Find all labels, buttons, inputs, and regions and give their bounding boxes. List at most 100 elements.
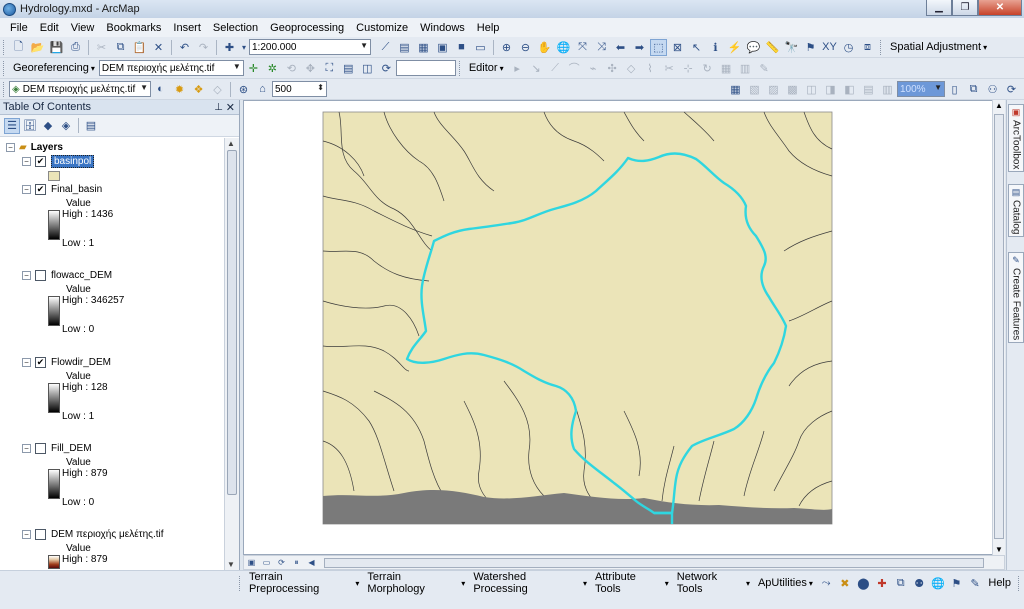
copy-icon[interactable]: ⧉ <box>112 39 129 56</box>
layer-flowacc-dem[interactable]: − flowacc_DEM <box>22 268 112 282</box>
list-by-source-icon[interactable]: 🗄 <box>22 118 38 134</box>
search-window-icon[interactable]: ▣ <box>434 39 451 56</box>
scroll-up-icon[interactable]: ▲ <box>995 101 1003 110</box>
menu-file[interactable]: File <box>4 22 34 34</box>
terrain-preprocessing-menu[interactable]: Terrain Preprocessing ▾ <box>245 571 363 595</box>
toc-options-icon[interactable]: ▤ <box>83 118 99 134</box>
identify-icon[interactable]: ℹ <box>707 39 724 56</box>
html-popup-icon[interactable]: 💬 <box>745 39 762 56</box>
zoom-in-icon[interactable]: ⊕ <box>498 39 515 56</box>
zoom-percent-combo[interactable]: 100% ▼ <box>897 81 945 97</box>
flow-path-icon[interactable]: ⬤ <box>855 575 872 592</box>
menu-help[interactable]: Help <box>471 22 506 34</box>
data-view-icon[interactable]: ▣ <box>245 557 258 569</box>
python-window-icon[interactable]: ▭ <box>472 39 489 56</box>
layer-name[interactable]: DEM περιοχής μελέτης.tif <box>51 529 164 540</box>
toc-scrollbar[interactable]: ▲ ▼ <box>224 138 239 570</box>
table-of-contents-icon[interactable]: ▤ <box>396 39 413 56</box>
network-icon[interactable]: ⚉ <box>911 575 928 592</box>
arctoolbox-icon[interactable]: ■ <box>453 39 470 56</box>
layout-tool-6-icon[interactable]: ◨ <box>822 81 839 98</box>
layer-visibility-checkbox[interactable] <box>35 269 46 281</box>
full-extent-icon[interactable]: 🌐 <box>555 39 572 56</box>
close-button[interactable]: ✕ <box>978 0 1022 16</box>
edit-annotation-icon[interactable]: ↘ <box>528 60 545 77</box>
menu-selection[interactable]: Selection <box>207 22 264 34</box>
scroll-up-icon[interactable]: ▲ <box>227 139 235 148</box>
scroll-left-icon[interactable]: ◀ <box>305 557 318 569</box>
edit-tool-icon[interactable]: ▸ <box>509 60 526 77</box>
collapse-icon[interactable]: − <box>22 443 31 453</box>
shift-icon[interactable]: ✥ <box>302 60 319 77</box>
contour-interval-icon[interactable]: ⌂ <box>254 81 271 98</box>
point-delineation-icon[interactable]: ⤳ <box>818 575 835 592</box>
fit-to-display-icon[interactable]: ⛶ <box>321 60 338 77</box>
list-by-drawing-order-icon[interactable]: ☰ <box>4 117 20 134</box>
cut-polygons-icon[interactable]: ✂ <box>661 60 678 77</box>
undo-icon[interactable]: ↶ <box>176 39 193 56</box>
georeferencing-layer-combo[interactable]: DEM περιοχής μελέτης.tif ▼ <box>98 60 244 76</box>
layout-tool-9-icon[interactable]: ▥ <box>879 81 896 98</box>
editor-menu[interactable]: Editor ▾ <box>465 62 508 74</box>
layer-final-basin[interactable]: − ✔ Final_basin <box>22 182 102 196</box>
layer-flowdir-dem[interactable]: − ✔ Flowdir_DEM <box>22 355 111 369</box>
link-table-icon[interactable]: ▤ <box>340 60 357 77</box>
time-slider-icon[interactable]: ◷ <box>840 39 857 56</box>
go-to-xy-icon[interactable]: XY <box>821 39 838 56</box>
layer-basinpol[interactable]: − ✔ basinpol <box>22 154 95 168</box>
layout-tool-1-icon[interactable]: ▦ <box>727 81 744 98</box>
save-icon[interactable]: 💾 <box>48 39 65 56</box>
sketch-properties-icon[interactable]: ▥ <box>737 60 754 77</box>
back-extent-icon[interactable]: ⬅ <box>612 39 629 56</box>
layers-root-row[interactable]: − ▰ Layers <box>6 140 63 154</box>
watershed-processing-menu[interactable]: Watershed Processing ▾ <box>469 571 591 595</box>
create-viewer-icon[interactable]: ⧈ <box>859 39 876 56</box>
menu-edit[interactable]: Edit <box>34 22 65 34</box>
focus-frame-icon[interactable]: ⧉ <box>965 81 982 98</box>
auto-adjust-icon[interactable]: ✲ <box>264 60 281 77</box>
add-data-icon[interactable]: ✚ <box>221 39 238 56</box>
split-icon[interactable]: ⊹ <box>680 60 697 77</box>
rotate-icon[interactable]: ⟲ <box>283 60 300 77</box>
layout-tool-8-icon[interactable]: ▤ <box>860 81 877 98</box>
catalog-window-icon[interactable]: ▦ <box>415 39 432 56</box>
collapse-icon[interactable]: − <box>22 270 31 280</box>
brightness-icon[interactable]: ✹ <box>171 81 188 98</box>
hyperlink-icon[interactable]: ⚡ <box>726 39 743 56</box>
layout-tool-4-icon[interactable]: ▩ <box>784 81 801 98</box>
select-features-icon[interactable]: ⬚ <box>650 38 667 56</box>
menu-bookmarks[interactable]: Bookmarks <box>100 22 167 34</box>
list-by-selection-icon[interactable]: ◈ <box>58 118 74 134</box>
layout-tool-5-icon[interactable]: ◫ <box>803 81 820 98</box>
horizontal-scroll-thumb[interactable] <box>324 558 984 568</box>
refresh-icon[interactable]: ⟳ <box>1003 81 1020 98</box>
rotate-edit-icon[interactable]: ↻ <box>699 60 716 77</box>
layout-tool-7-icon[interactable]: ◧ <box>841 81 858 98</box>
layer-visibility-checkbox[interactable]: ✔ <box>35 356 46 368</box>
active-layer-combo[interactable]: ◈ DEM περιοχής μελέτης.tif ▼ <box>9 81 151 97</box>
forward-extent-icon[interactable]: ➡ <box>631 39 648 56</box>
delete-icon[interactable]: ✕ <box>150 39 167 56</box>
rotate-dropdown-icon[interactable]: ⟳ <box>378 60 395 77</box>
straight-segment-icon[interactable]: ⟋ <box>547 60 564 77</box>
pencil-icon[interactable]: ✎ <box>967 575 984 592</box>
menu-windows[interactable]: Windows <box>414 22 471 34</box>
fixed-zoom-out-icon[interactable]: ⤨ <box>593 39 610 56</box>
create-features-icon[interactable]: ✎ <box>756 60 773 77</box>
spatial-adjustment-menu[interactable]: Spatial Adjustment ▾ <box>886 41 991 53</box>
find-route-icon[interactable]: ⚑ <box>802 39 819 56</box>
layer-visibility-checkbox[interactable]: ✔ <box>35 155 46 167</box>
map-view[interactable] <box>243 100 1005 555</box>
layer-name[interactable]: Fill_DEM <box>51 443 92 454</box>
add-data-dropdown-icon[interactable]: ▾ <box>240 39 248 56</box>
edit-vertices-icon[interactable]: ◇ <box>623 60 640 77</box>
scroll-thumb[interactable] <box>994 114 1004 539</box>
assign-hydroid-icon[interactable]: ⧉ <box>892 575 909 592</box>
menu-insert[interactable]: Insert <box>167 22 207 34</box>
print-icon[interactable]: ⎙ <box>67 39 84 56</box>
layout-tool-2-icon[interactable]: ▧ <box>746 81 763 98</box>
layer-name[interactable]: flowacc_DEM <box>51 270 112 281</box>
collapse-icon[interactable]: − <box>22 156 31 166</box>
new-document-icon[interactable]: 🗋 <box>10 39 27 56</box>
catalog-tab[interactable]: ▤ Catalog <box>1008 184 1024 238</box>
